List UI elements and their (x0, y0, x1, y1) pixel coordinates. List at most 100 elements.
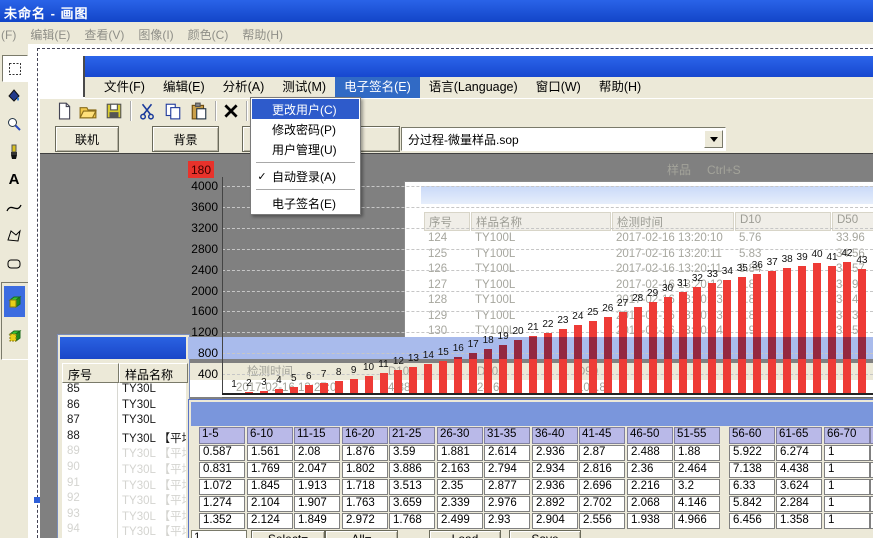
table-cell[interactable]: 3.624 (776, 479, 822, 495)
table-cell[interactable]: 3.659 (389, 496, 435, 512)
table-cell[interactable]: 2.892 (532, 496, 578, 512)
table-cell[interactable]: 2.35 (437, 479, 483, 495)
table-cell[interactable]: 2.976 (484, 496, 530, 512)
table-cell[interactable]: 1.561 (247, 445, 293, 461)
list-item[interactable]: 87TY30L (62, 414, 186, 429)
table-cell[interactable]: 1.913 (294, 479, 340, 495)
table-cell[interactable]: 1.768 (389, 513, 435, 529)
table-cell[interactable]: 2.104 (247, 496, 293, 512)
table-cell[interactable]: 2.068 (627, 496, 673, 512)
window-titlebar[interactable] (191, 402, 873, 426)
app-titlebar[interactable] (85, 56, 873, 77)
paint-menu-item[interactable]: (F) (0, 24, 23, 46)
paste-icon[interactable] (190, 102, 208, 120)
table-cell[interactable]: 2.08 (294, 445, 340, 461)
dropdown-menu-item[interactable]: 用户管理(U) (252, 139, 359, 159)
paint-titlebar[interactable]: 未命名 - 画图 (0, 0, 873, 22)
dropdown-menu-item[interactable]: 更改用户(C) (252, 99, 359, 119)
save-icon[interactable] (105, 102, 123, 120)
table-cell[interactable]: 3.2 (674, 479, 720, 495)
text-tool-icon[interactable]: A (2, 167, 26, 192)
table-cell[interactable]: 6.33 (729, 479, 775, 495)
app-menu-item[interactable]: 测试(M) (273, 77, 335, 98)
paint-canvas[interactable]: 文件(F)编辑(E)分析(A)测试(M)电子签名(E)语言(Language)窗… (28, 44, 873, 538)
table-cell[interactable]: 2.936 (532, 445, 578, 461)
polygon-tool-icon[interactable] (2, 223, 26, 248)
table-cell[interactable]: 1.802 (342, 462, 388, 478)
table-cell[interactable]: 2.877 (484, 479, 530, 495)
table-cell[interactable]: 1 (824, 462, 870, 478)
paste-transparent-icon[interactable] (4, 320, 25, 351)
table-cell[interactable]: 5.842 (729, 496, 775, 512)
table-cell[interactable]: 1.769 (247, 462, 293, 478)
app-menu-item[interactable]: 语言(Language) (420, 77, 527, 98)
table-cell[interactable]: 1.938 (627, 513, 673, 529)
table-cell[interactable]: 1.072 (199, 479, 245, 495)
open-file-icon[interactable] (79, 102, 97, 120)
table-cell[interactable]: 1.352 (199, 513, 245, 529)
table-cell[interactable]: 2.972 (342, 513, 388, 529)
table-cell[interactable]: 1.907 (294, 496, 340, 512)
app-menu-item[interactable]: 电子签名(E) (335, 77, 420, 98)
fill-tool-icon[interactable] (2, 83, 26, 108)
table-cell[interactable]: 5.922 (729, 445, 775, 461)
table-cell[interactable]: 2.499 (437, 513, 483, 529)
table-cell[interactable]: 1.88 (674, 445, 720, 461)
table-cell[interactable]: 1.849 (294, 513, 340, 529)
app-menu-item[interactable]: 文件(F) (95, 77, 154, 98)
window-titlebar[interactable] (60, 337, 186, 359)
curve-tool-icon[interactable] (2, 195, 26, 220)
list-item[interactable]: 92TY30L 【平均】 (62, 492, 186, 507)
table-cell[interactable]: 2.216 (627, 479, 673, 495)
table-cell[interactable]: 1 (824, 513, 870, 529)
table-cell[interactable]: 2.934 (532, 462, 578, 478)
dropdown-menu-item[interactable]: 电子签名(E) (252, 193, 359, 213)
table-cell[interactable]: 2.93 (484, 513, 530, 529)
table-cell[interactable]: 2.87 (579, 445, 625, 461)
table-cell[interactable]: 2.284 (776, 496, 822, 512)
load-button[interactable]: Load (429, 530, 501, 538)
table-cell[interactable]: 3.886 (389, 462, 435, 478)
table-cell[interactable]: 0.587 (199, 445, 245, 461)
combobox-dropdown-button[interactable] (704, 130, 723, 148)
new-file-icon[interactable] (55, 102, 73, 120)
table-cell[interactable]: 1 (824, 496, 870, 512)
background-button[interactable]: 背景 (152, 126, 219, 152)
table-cell[interactable]: 2.556 (579, 513, 625, 529)
table-cell[interactable]: 4.966 (674, 513, 720, 529)
app-menu-item[interactable]: 分析(A) (214, 77, 274, 98)
table-cell[interactable]: 3.59 (389, 445, 435, 461)
table-cell[interactable]: 6.456 (729, 513, 775, 529)
app-menu-item[interactable]: 帮助(H) (590, 77, 650, 98)
save-button[interactable]: Save (509, 530, 581, 538)
dropdown-menu-item[interactable]: 修改密码(P) (252, 119, 359, 139)
sop-combobox[interactable]: 分过程-微量样品.sop (401, 127, 726, 151)
table-cell[interactable]: 1.718 (342, 479, 388, 495)
list-item[interactable]: 89TY30L 【平均】 (62, 445, 186, 460)
list-item[interactable]: 93TY30L 【平均】 (62, 508, 186, 523)
table-cell[interactable]: 2.816 (579, 462, 625, 478)
select-button[interactable]: Select= (251, 530, 325, 538)
table-cell[interactable]: 3.513 (389, 479, 435, 495)
list-item[interactable]: 90TY30L 【平均】 (62, 461, 186, 476)
table-cell[interactable]: 1.358 (776, 513, 822, 529)
table-cell[interactable]: 2.488 (627, 445, 673, 461)
table-cell[interactable]: 2.614 (484, 445, 530, 461)
list-item[interactable]: 94TY30L 【平均】 (62, 523, 186, 538)
table-cell[interactable]: 0.831 (199, 462, 245, 478)
table-cell[interactable]: 2.702 (579, 496, 625, 512)
dropdown-menu-item[interactable]: ✓自动登录(A) (252, 166, 359, 186)
list-item[interactable]: 91TY30L 【平均】 (62, 477, 186, 492)
table-cell[interactable]: 2.36 (627, 462, 673, 478)
paste-opaque-icon[interactable] (4, 286, 25, 317)
app-menu-item[interactable]: 窗口(W) (527, 77, 590, 98)
list-item[interactable]: 85TY30L (62, 383, 186, 398)
select-tool-icon[interactable] (2, 55, 28, 82)
list-item[interactable]: 86TY30L (62, 399, 186, 414)
table-cell[interactable]: 4.146 (674, 496, 720, 512)
list-item[interactable]: 88TY30L 【平均】 (62, 430, 186, 445)
table-cell[interactable]: 4.438 (776, 462, 822, 478)
delete-icon[interactable] (222, 102, 240, 120)
cut-icon[interactable] (138, 102, 156, 120)
table-cell[interactable]: 2.163 (437, 462, 483, 478)
